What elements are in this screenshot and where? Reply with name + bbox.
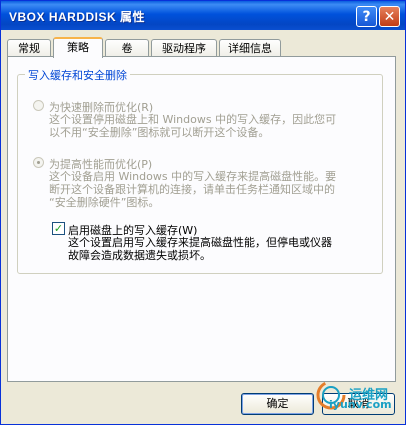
enable-write-cache-description: 这个设置启用写入缓存来提高磁盘性能，但停电或仪器 故障会造成数据遗失或损坏。	[68, 236, 332, 262]
optimize-quick-removal-description: 这个设置停用磁盘上和 Windows 中的写入缓存，因此您可 以不用“安全删除”…	[49, 113, 337, 139]
tab-policies[interactable]: 策略	[53, 37, 103, 58]
optimize-quick-removal-radio[interactable]	[33, 100, 44, 111]
ok-button[interactable]: 确定	[241, 393, 314, 415]
help-button[interactable]: ?	[356, 6, 377, 27]
optimize-performance-radio[interactable]	[33, 157, 44, 168]
window-title: VBOX HARDDISK 属性	[9, 10, 146, 24]
optimize-performance-description: 这个设备启用 Windows 中的写入缓存来提高磁盘性能。要 断开这个设备跟计算…	[49, 170, 337, 209]
group-legend: 写入缓存和安全删除	[25, 67, 130, 83]
tab-details[interactable]: 详细信息	[219, 39, 281, 56]
watermark-name-en: iyunv.com	[329, 398, 392, 411]
enable-write-cache-checkbox[interactable]: ✓	[52, 222, 65, 235]
close-button[interactable]: ✕	[379, 6, 400, 27]
title-bar[interactable]: VBOX HARDDISK 属性 ? ✕	[1, 1, 405, 30]
tab-general[interactable]: 常规	[7, 39, 51, 56]
tab-volumes[interactable]: 卷	[105, 39, 149, 56]
radio-selected-dot	[37, 161, 40, 164]
tab-driver[interactable]: 驱动程序	[151, 39, 217, 56]
